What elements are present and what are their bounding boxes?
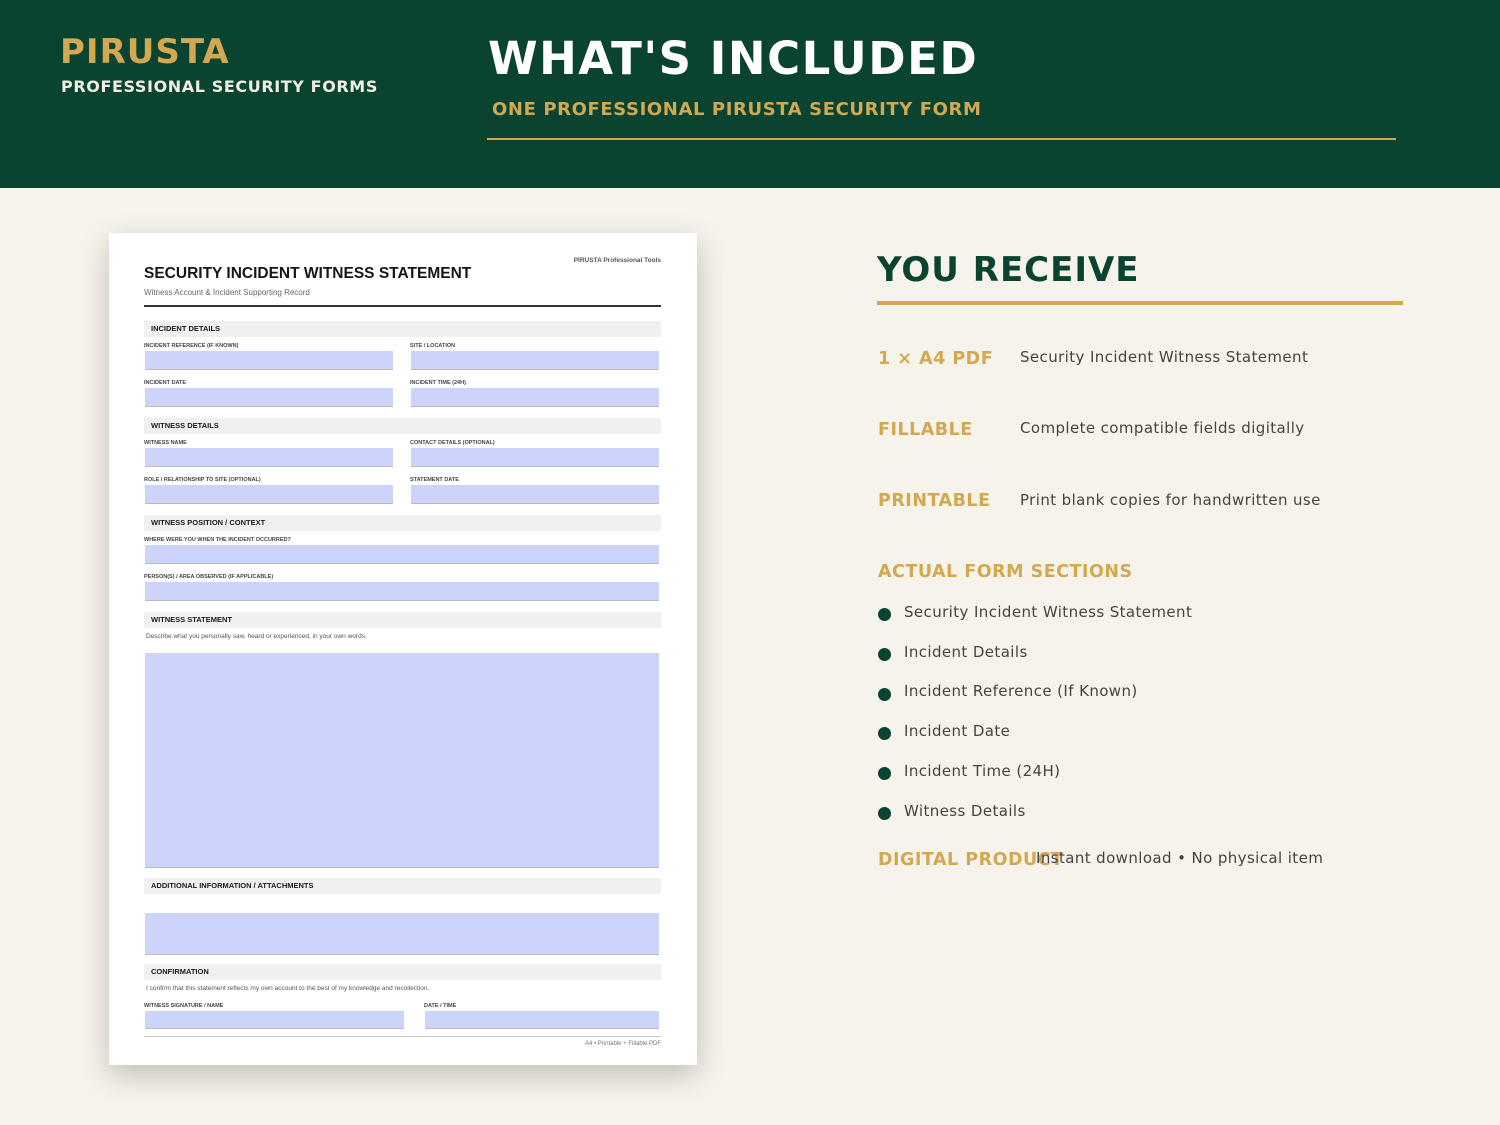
statement-date-field[interactable] xyxy=(411,485,659,504)
additional-info-field[interactable] xyxy=(145,913,659,955)
bullet-icon xyxy=(878,648,891,661)
where-label: WHERE WERE YOU WHEN THE INCIDENT OCCURRE… xyxy=(144,537,291,543)
contact-details-field[interactable] xyxy=(411,448,659,467)
section-additional-info: ADDITIONAL INFORMATION / ATTACHMENTS xyxy=(144,878,661,894)
form-preview: PIRUSTA Professional Tools SECURITY INCI… xyxy=(109,233,697,1065)
section-list-item: Incident Date xyxy=(904,722,1011,740)
bullet-icon xyxy=(878,767,891,780)
digital-product-value: Instant download • No physical item xyxy=(1036,849,1324,867)
incident-date-field[interactable] xyxy=(145,388,393,407)
item-value-pdf: Security Incident Witness Statement xyxy=(1020,348,1309,366)
section-list-item: Security Incident Witness Statement xyxy=(904,603,1193,621)
signature-field[interactable] xyxy=(145,1011,404,1029)
confirmation-text: I confirm that this statement reflects m… xyxy=(146,985,430,992)
signature-label: WITNESS SIGNATURE / NAME xyxy=(144,1003,224,1009)
you-receive-title: YOU RECEIVE xyxy=(877,250,1140,290)
form-title-rule xyxy=(144,305,661,307)
persons-observed-label: PERSON(S) / AREA OBSERVED (IF APPLICABLE… xyxy=(144,574,274,580)
incident-reference-field[interactable] xyxy=(145,351,393,370)
site-location-field[interactable] xyxy=(411,351,659,370)
witness-name-field[interactable] xyxy=(145,448,393,467)
item-value-fillable: Complete compatible fields digitally xyxy=(1020,419,1305,437)
section-incident-details: INCIDENT DETAILS xyxy=(144,321,661,337)
form-sections-title: ACTUAL FORM SECTIONS xyxy=(878,562,1133,582)
page-subtitle: ONE PROFESSIONAL PIRUSTA SECURITY FORM xyxy=(492,99,982,120)
item-key-fillable: FILLABLE xyxy=(878,420,973,440)
date-time-field[interactable] xyxy=(425,1011,659,1029)
persons-observed-field[interactable] xyxy=(145,582,659,601)
site-location-label: SITE / LOCATION xyxy=(410,343,456,349)
section-confirmation: CONFIRMATION xyxy=(144,964,661,980)
statement-date-label: STATEMENT DATE xyxy=(410,477,459,483)
item-value-printable: Print blank copies for handwritten use xyxy=(1020,491,1321,509)
form-footer-text: A4 • Printable + Fillable PDF xyxy=(585,1041,661,1047)
bullet-icon xyxy=(878,608,891,621)
contact-details-label: CONTACT DETAILS (OPTIONAL) xyxy=(410,440,495,446)
where-field[interactable] xyxy=(145,545,659,564)
incident-reference-label: INCIDENT REFERENCE (IF KNOWN) xyxy=(144,343,239,349)
section-list-item: Incident Reference (If Known) xyxy=(904,682,1138,700)
page-title: WHAT'S INCLUDED xyxy=(488,32,979,85)
statement-field[interactable] xyxy=(145,653,659,868)
section-witness-statement: WITNESS STATEMENT xyxy=(144,612,661,628)
incident-time-field[interactable] xyxy=(411,388,659,407)
header-banner: PIRUSTA PROFESSIONAL SECURITY FORMS WHAT… xyxy=(0,0,1500,188)
item-key-pdf: 1 × A4 PDF xyxy=(878,349,994,369)
role-field[interactable] xyxy=(145,485,393,504)
date-time-label: DATE / TIME xyxy=(424,1003,457,1009)
form-subtitle: Witness Account & Incident Supporting Re… xyxy=(144,288,310,297)
witness-name-label: WITNESS NAME xyxy=(144,440,187,446)
you-receive-divider xyxy=(877,301,1403,305)
incident-time-label: INCIDENT TIME (24H) xyxy=(410,380,466,386)
form-title: SECURITY INCIDENT WITNESS STATEMENT xyxy=(144,265,472,282)
bullet-icon xyxy=(878,688,891,701)
section-list-item: Incident Time (24H) xyxy=(904,762,1061,780)
item-key-printable: PRINTABLE xyxy=(878,491,991,511)
section-list-item: Incident Details xyxy=(904,643,1028,661)
form-footer-rule xyxy=(144,1036,661,1037)
bullet-icon xyxy=(878,807,891,820)
section-witness-position: WITNESS POSITION / CONTEXT xyxy=(144,515,661,531)
incident-date-label: INCIDENT DATE xyxy=(144,380,187,386)
section-witness-details: WITNESS DETAILS xyxy=(144,418,661,434)
role-label: ROLE / RELATIONSHIP TO SITE (OPTIONAL) xyxy=(144,477,261,483)
form-publisher-tag: PIRUSTA Professional Tools xyxy=(573,257,661,264)
statement-instructions: Describe what you personally saw, heard … xyxy=(146,633,367,640)
title-divider xyxy=(487,138,1396,140)
bullet-icon xyxy=(878,727,891,740)
brand-tagline: PROFESSIONAL SECURITY FORMS xyxy=(61,77,378,96)
section-list-item: Witness Details xyxy=(904,802,1026,820)
brand-name: PIRUSTA xyxy=(60,32,230,72)
